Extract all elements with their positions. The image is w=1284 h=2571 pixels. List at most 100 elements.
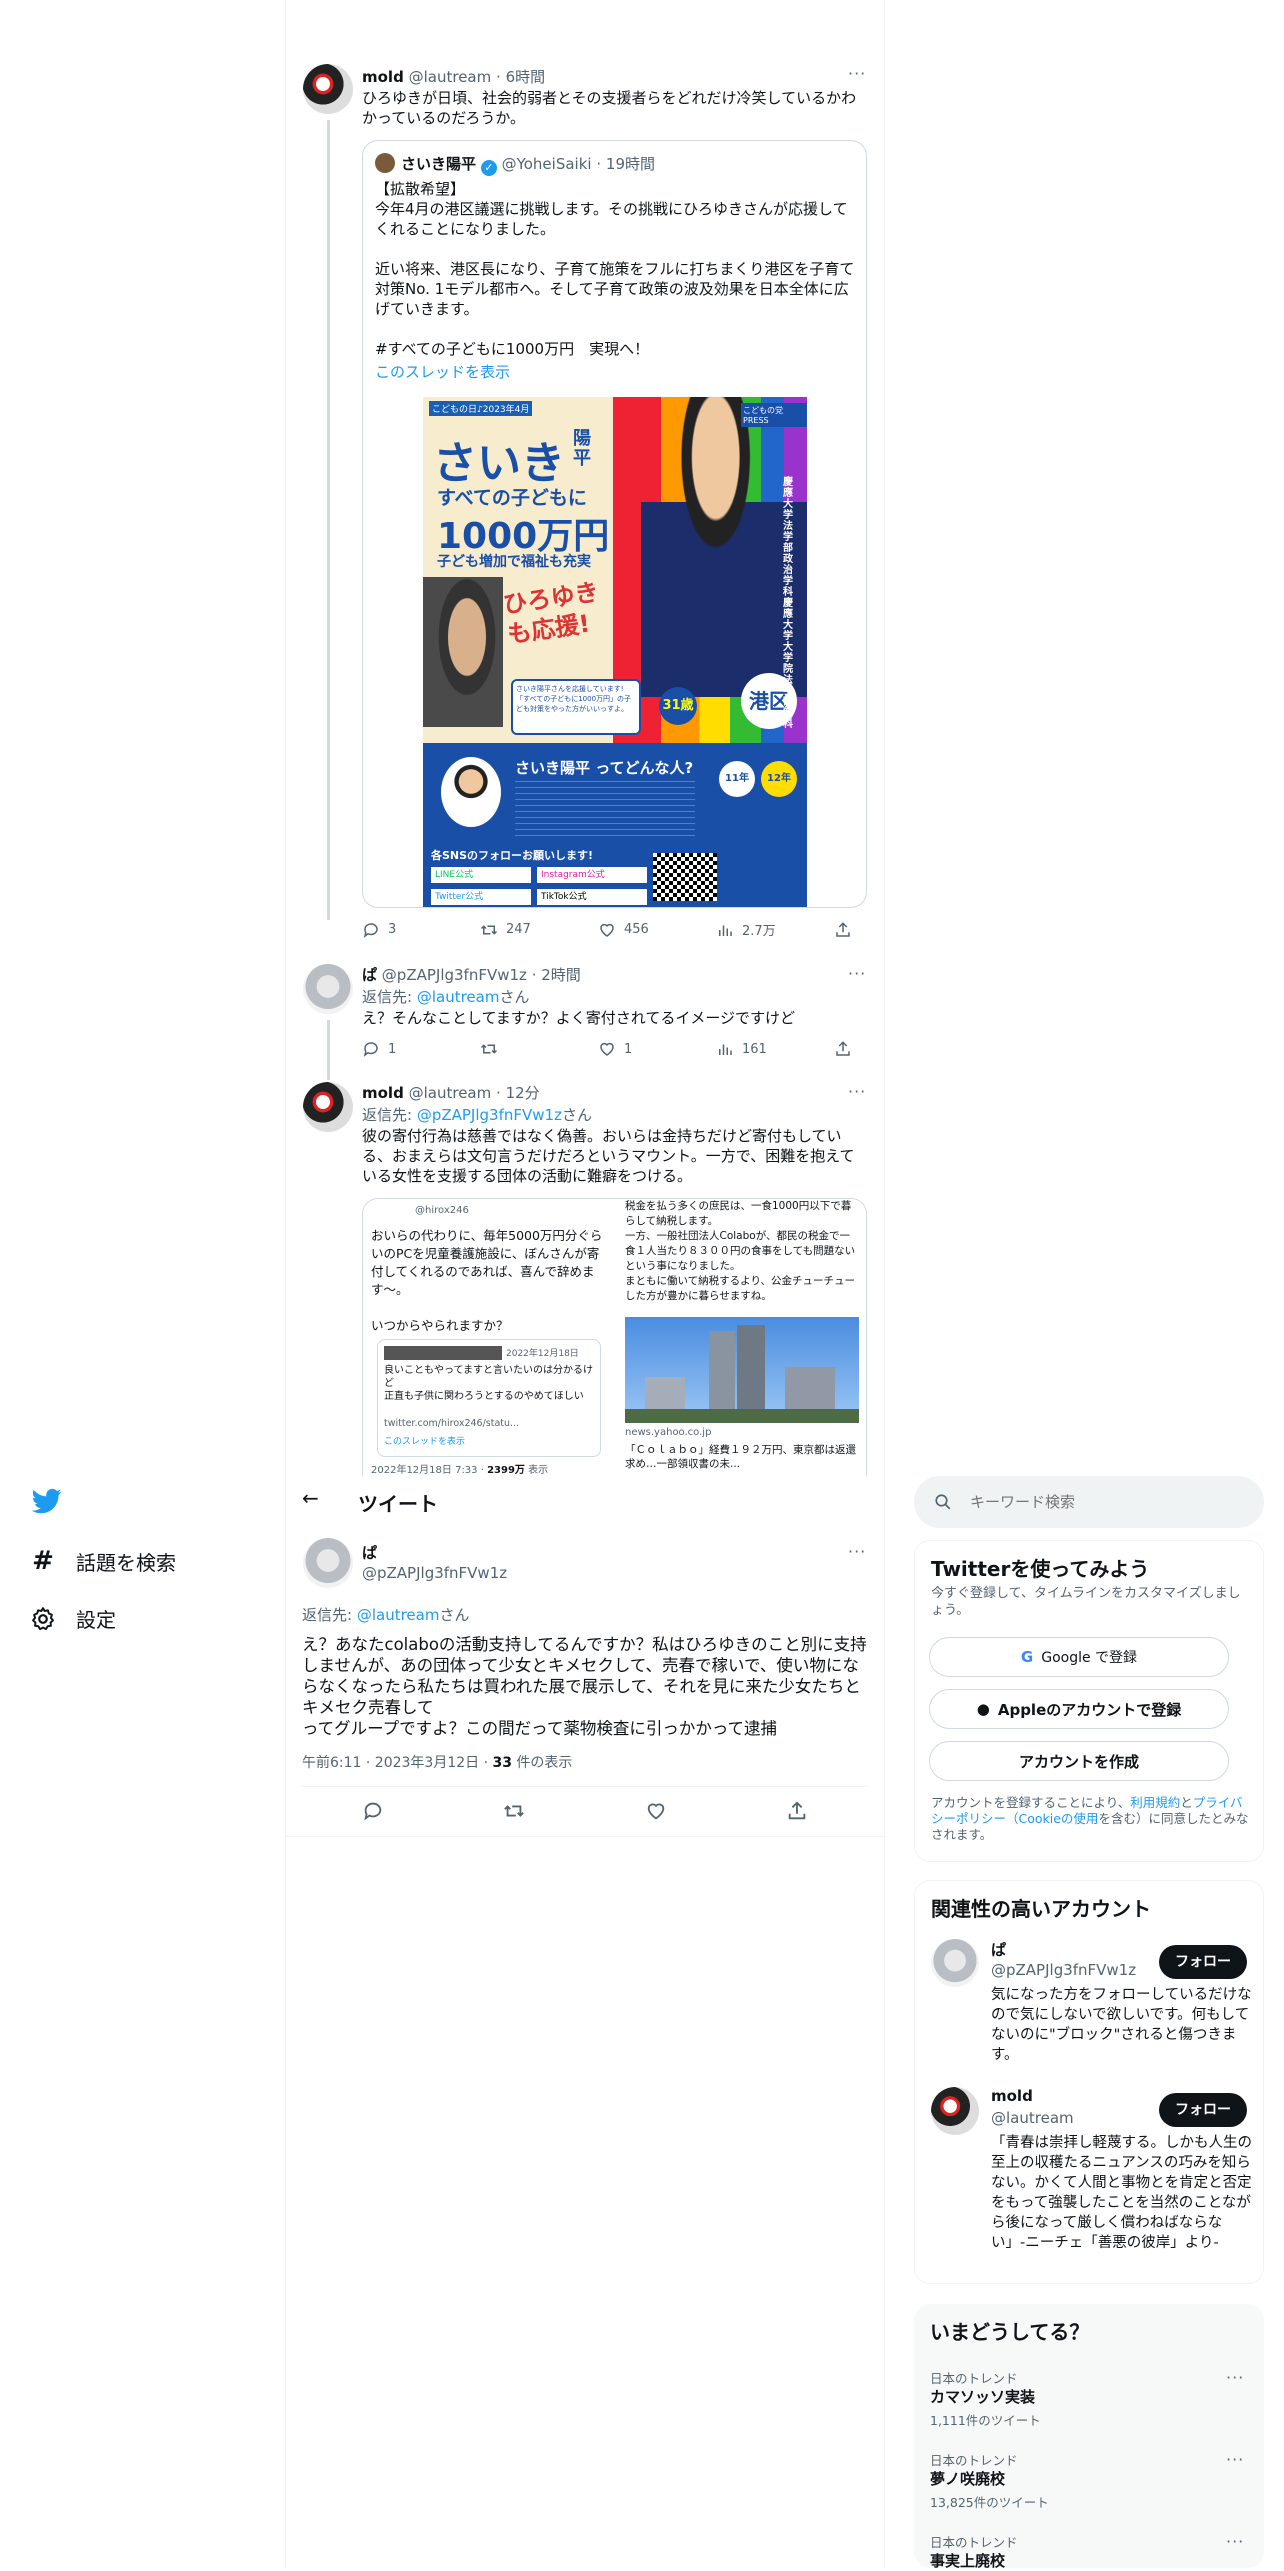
tweet-time[interactable]: 2時間 [541,966,581,984]
tweet-actions: 3 247 456 2.7万 [362,920,952,939]
follow-button[interactable]: フォロー [1159,1945,1247,1979]
share-icon [834,921,852,939]
google-signup-label: Google で登録 [1041,1650,1138,1666]
related-account-handle[interactable]: @pZAPJlg3fnFVw1z [991,1961,1136,1979]
retweet-count: 247 [506,922,531,937]
img-right-source: news.yahoo.co.jp [625,1427,712,1438]
more-icon[interactable]: ··· [848,1082,866,1101]
author-name[interactable]: mold [362,68,404,86]
avatar[interactable] [931,1939,979,1987]
trend-item[interactable]: 日本のトレンド 夢ノ咲廃校 13,825件のツイート ··· [914,2440,1264,2520]
google-signup-button[interactable]: G Google で登録 [929,1637,1229,1677]
reply-to-link[interactable]: @lautream [357,1606,440,1624]
more-icon[interactable]: ··· [1226,2450,1244,2469]
img-right-headline: 「Ｃｏｌａｂｏ」経費１９２万円、東京都は返還求め…一部領収書の未... [625,1444,856,1470]
screenshot-image-right[interactable]: 税金を払う多くの庶民は、一食1000円以下で暮らして納税します。 一方、一般社団… [615,1199,866,1476]
reply-prefix: 返信先: [302,1606,357,1624]
avatar[interactable] [303,64,353,114]
related-account-name[interactable]: ぱ [991,1939,1006,1960]
more-icon[interactable]: ··· [1226,2368,1244,2387]
tweet-actions: 1 1 161 [362,1040,952,1058]
share-icon [834,1040,852,1058]
google-icon: G [1020,1648,1034,1666]
more-icon[interactable]: ··· [848,64,866,83]
avatar[interactable] [303,1082,353,1132]
views-button[interactable]: 161 [716,1040,834,1058]
terms-link[interactable]: 利用規約 [1130,1795,1180,1810]
show-thread-link[interactable]: このスレッドを表示 [375,361,510,382]
flyer-headline3: 子ども増加で福祉も充実 [437,554,591,570]
author-handle[interactable]: @lautream [409,68,492,86]
twitter-logo-icon[interactable] [31,1486,62,1520]
more-icon[interactable]: ··· [848,1542,866,1561]
divider [302,1786,868,1787]
reply-button[interactable]: 1 [362,1040,480,1058]
nav-settings[interactable]: 設定 [30,1604,116,1633]
nav-explore[interactable]: # 話題を検索 [30,1546,176,1576]
retweet-icon[interactable] [503,1800,525,1826]
search-input[interactable] [970,1493,1240,1511]
author-handle[interactable]: @lautream [409,1084,492,1102]
tweet-time[interactable]: 6時間 [506,68,546,86]
reply-to-link[interactable]: @pZAPJlg3fnFVw1z [417,1106,562,1124]
trend-count: 1,111件のツイート [930,2413,1041,2428]
share-icon[interactable] [786,1800,808,1826]
reply-suffix: さん [439,1606,470,1624]
flyer-top-label: こどもの日♪2023年4月 [429,401,533,416]
reply-to-link[interactable]: @lautream [417,988,500,1006]
more-icon[interactable]: ··· [1226,2532,1244,2551]
search-bar[interactable] [914,1476,1264,1528]
column-divider [884,0,885,2568]
related-title: 関連性の高いアカウント [931,1897,1151,1921]
tweet-time[interactable]: 12分 [506,1084,540,1102]
thread-line [327,120,330,920]
campaign-flyer-image[interactable]: こどもの日♪2023年4月 さいき 陽平 すべての子どもに 1000万円 子ども… [423,397,807,907]
related-account-handle[interactable]: @lautream [991,2109,1074,2127]
main-tweet-time[interactable]: 午前6:11 · 2023年3月12日 · [302,1755,493,1771]
author-name[interactable]: mold [362,1084,404,1102]
avatar[interactable] [303,1538,353,1588]
author-handle[interactable]: @pZAPJlg3fnFVw1z [362,1564,507,1582]
main-tweet-views-label: 件の表示 [511,1755,573,1771]
views-button[interactable]: 2.7万 [716,920,834,939]
reply-prefix: 返信先: [362,988,417,1006]
quoted-tweet[interactable]: さいき陽平 ✓ @YoheiSaiki · 19時間 【拡散希望】 今年4月の港… [362,140,867,908]
flyer-line: LINE公式 [431,867,531,883]
avatar[interactable] [931,2087,979,2135]
tweet-media-grid[interactable]: @hirox246 おいらの代わりに、毎年5000万円分ぐらいのPCを児童養護施… [362,1198,867,1476]
related-account-name[interactable]: mold [991,2087,1033,2105]
back-arrow-icon[interactable]: ← [302,1486,319,1510]
trend-item[interactable]: 日本のトレンド カマソッソ実装 1,111件のツイート ··· [914,2358,1264,2438]
trend-category: 日本のトレンド [930,2371,1018,2386]
author-name[interactable]: ぱ [362,966,377,984]
flyer-headline1: すべての子どもに [437,487,587,509]
reply-context: 返信先: @lautreamさん [302,1604,469,1625]
retweet-button[interactable]: 247 [480,920,598,939]
like-button[interactable]: 1 [598,1040,716,1058]
img-left-inner-quote: 2022年12月18日 良いこともやってますと言いたいのは分かるけど 正直も子供… [377,1339,601,1457]
more-icon[interactable]: ··· [848,964,866,983]
reply-icon[interactable] [362,1800,384,1826]
like-count: 1 [624,1041,633,1057]
follow-button[interactable]: フォロー [1159,2093,1247,2127]
apple-signup-button[interactable]: ● Appleのアカウントで登録 [929,1689,1229,1729]
avatar[interactable] [303,964,353,1014]
heart-icon[interactable] [645,1800,667,1826]
share-button[interactable] [834,920,952,939]
author-name[interactable]: ぱ [362,1544,377,1562]
trend-item[interactable]: 日本のトレンド 事実上廃校 ··· [914,2522,1264,2570]
reply-count: 3 [388,922,397,937]
like-button[interactable]: 456 [598,920,716,939]
share-button[interactable] [834,1040,952,1058]
screenshot-image-left[interactable]: @hirox246 おいらの代わりに、毎年5000万円分ぐらいのPCを児童養護施… [363,1199,613,1476]
tweet-header: mold @lautream · 12分 [362,1084,540,1102]
flyer-name: さいき [433,438,565,489]
nav-explore-label: 話題を検索 [76,1550,176,1575]
reply-button[interactable]: 3 [362,920,480,939]
flyer-quote-bubble: さいき陽平さんを応援しています! 「すべての子どもに1000万円」の子ども対策を… [511,679,641,735]
img-right-text: 税金を払う多くの庶民は、一食1000円以下で暮らして納税します。 一方、一般社団… [625,1200,856,1302]
author-handle[interactable]: @pZAPJlg3fnFVw1z [382,966,527,984]
like-count: 456 [624,922,649,937]
retweet-button[interactable] [480,1040,598,1058]
create-account-button[interactable]: アカウントを作成 [929,1741,1229,1781]
